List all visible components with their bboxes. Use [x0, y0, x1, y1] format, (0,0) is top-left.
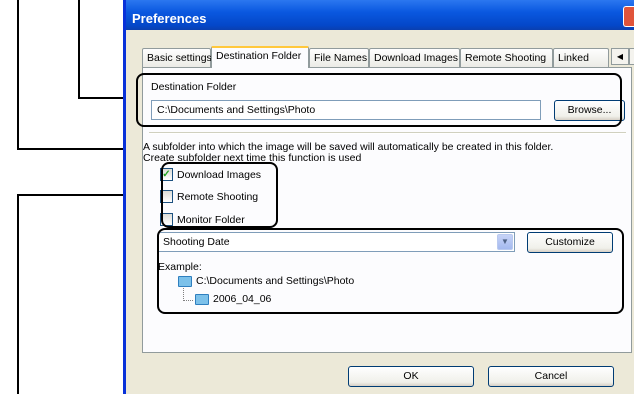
window-title: Preferences — [132, 11, 207, 26]
highlight-destination — [136, 73, 622, 127]
tab-file-names[interactable]: File Names — [309, 48, 369, 67]
tab-destination-folder[interactable]: Destination Folder — [211, 46, 309, 68]
cancel-button[interactable]: Cancel — [488, 366, 614, 387]
title-bar[interactable]: Preferences — [126, 0, 634, 30]
highlight-naming — [157, 228, 624, 314]
highlight-checkboxes — [161, 162, 278, 228]
callout-line — [17, 194, 19, 394]
scroll-right-icon[interactable]: ▶ — [629, 48, 634, 65]
tab-download-images[interactable]: Download Images — [369, 48, 460, 67]
callout-line — [17, 0, 19, 150]
tab-remote-shooting[interactable]: Remote Shooting — [460, 48, 553, 67]
tab-basic-settings[interactable]: Basic settings — [142, 48, 212, 67]
divider — [149, 132, 626, 134]
callout-line — [78, 0, 80, 99]
scroll-left-icon[interactable]: ◀ — [611, 48, 629, 65]
tab-scroll: ◀ ▶ — [611, 48, 634, 65]
close-icon[interactable] — [623, 6, 634, 27]
tab-strip: Basic settings Destination Folder File N… — [142, 46, 634, 68]
ok-button[interactable]: OK — [348, 366, 474, 387]
tab-linked[interactable]: Linked — [553, 48, 609, 67]
